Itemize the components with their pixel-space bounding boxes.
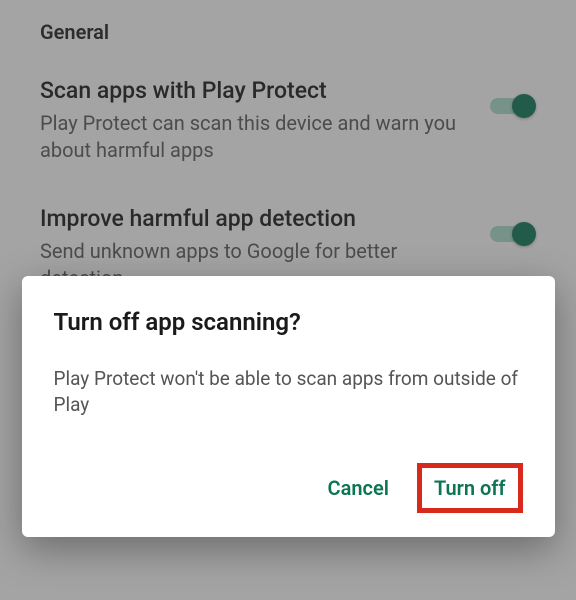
dialog-scrim[interactable]: Turn off app scanning? Play Protect won'… bbox=[0, 0, 576, 600]
dialog-title: Turn off app scanning? bbox=[54, 308, 523, 336]
cancel-button[interactable]: Cancel bbox=[312, 466, 405, 510]
dialog-body: Play Protect won't be able to scan apps … bbox=[54, 366, 523, 419]
confirm-dialog: Turn off app scanning? Play Protect won'… bbox=[22, 276, 555, 537]
turn-off-button[interactable]: Turn off bbox=[422, 468, 518, 508]
dialog-actions: Cancel Turn off bbox=[54, 463, 523, 513]
highlight-box: Turn off bbox=[417, 463, 523, 513]
